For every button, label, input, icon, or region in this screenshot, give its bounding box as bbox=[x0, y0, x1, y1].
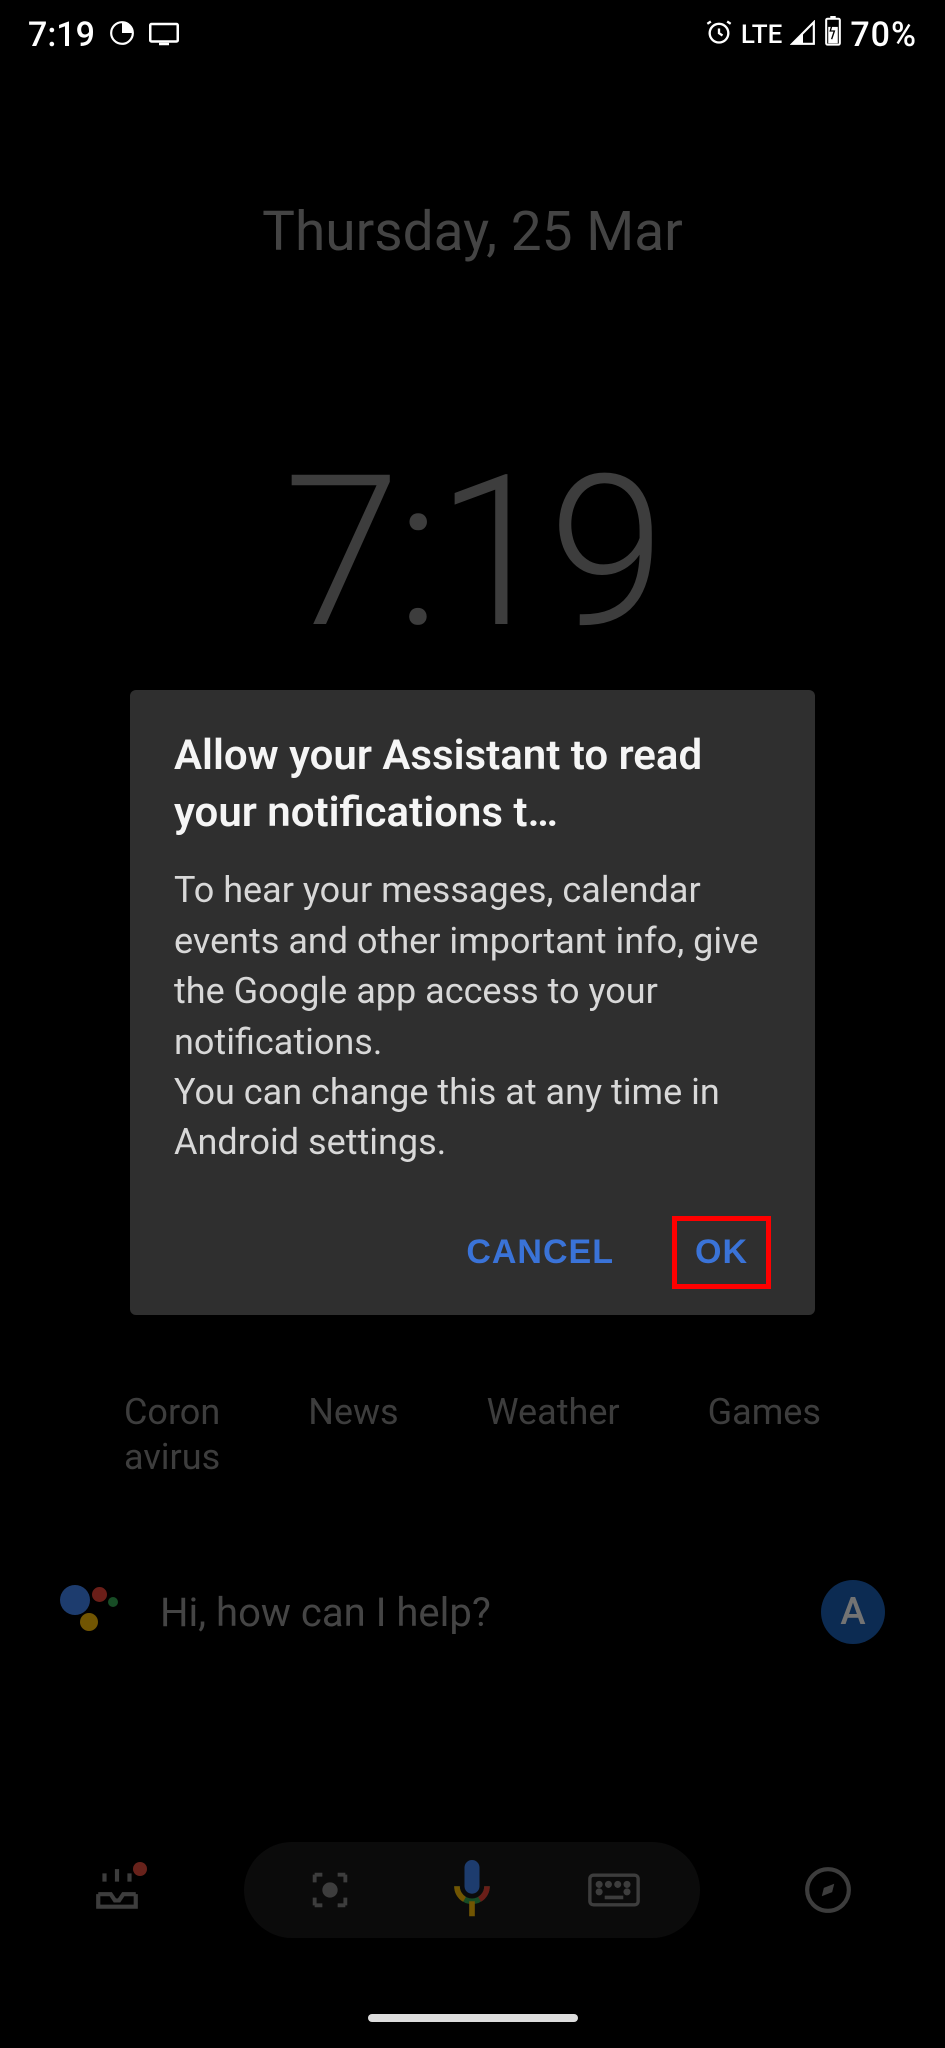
lens-icon[interactable] bbox=[304, 1864, 356, 1916]
network-type: LTE bbox=[741, 20, 782, 50]
dialog-body: To hear your messages, calendar events a… bbox=[174, 865, 771, 1167]
chip-weather[interactable]: Weather bbox=[487, 1390, 620, 1480]
keyboard-icon[interactable] bbox=[588, 1864, 640, 1916]
status-bar: 7:19 LTE 70% bbox=[0, 0, 945, 70]
chip-games[interactable]: Games bbox=[708, 1390, 821, 1480]
status-right: LTE 70% bbox=[705, 15, 917, 55]
gesture-nav-pill[interactable] bbox=[368, 2014, 578, 2022]
profile-avatar[interactable]: A bbox=[821, 1580, 885, 1644]
signal-icon bbox=[790, 15, 816, 55]
status-time: 7:19 bbox=[28, 15, 95, 55]
bottom-action-bar bbox=[0, 1842, 945, 1938]
cancel-button[interactable]: CANCEL bbox=[448, 1219, 632, 1286]
inbox-icon[interactable] bbox=[91, 1864, 143, 1916]
suggestion-chips-row: Coron avirus News Weather Games bbox=[0, 1390, 945, 1480]
home-clock: 7:19 bbox=[0, 430, 945, 676]
google-assistant-icon[interactable] bbox=[60, 1583, 118, 1641]
notification-dot-icon bbox=[133, 1862, 147, 1876]
ok-button[interactable]: OK bbox=[672, 1216, 771, 1289]
mic-icon[interactable] bbox=[446, 1864, 498, 1916]
status-left: 7:19 bbox=[28, 15, 179, 55]
search-pill bbox=[244, 1842, 700, 1938]
chip-coronavirus[interactable]: Coron avirus bbox=[124, 1390, 220, 1480]
home-date: Thursday, 25 Mar bbox=[0, 200, 945, 264]
assistant-prompt[interactable]: Hi, how can I help? bbox=[160, 1589, 779, 1636]
battery-icon bbox=[824, 15, 842, 55]
dialog-title: Allow your Assistant to read your notifi… bbox=[174, 728, 771, 841]
compass-icon[interactable] bbox=[802, 1864, 854, 1916]
dialog-actions: CANCEL OK bbox=[174, 1216, 771, 1289]
alarm-icon bbox=[705, 15, 733, 55]
chip-news[interactable]: News bbox=[308, 1390, 398, 1480]
assistant-bar: Hi, how can I help? A bbox=[0, 1580, 945, 1644]
permission-dialog: Allow your Assistant to read your notifi… bbox=[130, 690, 815, 1315]
data-saver-icon bbox=[109, 15, 135, 55]
screen-icon bbox=[149, 15, 179, 55]
battery-percent: 70% bbox=[850, 15, 917, 55]
